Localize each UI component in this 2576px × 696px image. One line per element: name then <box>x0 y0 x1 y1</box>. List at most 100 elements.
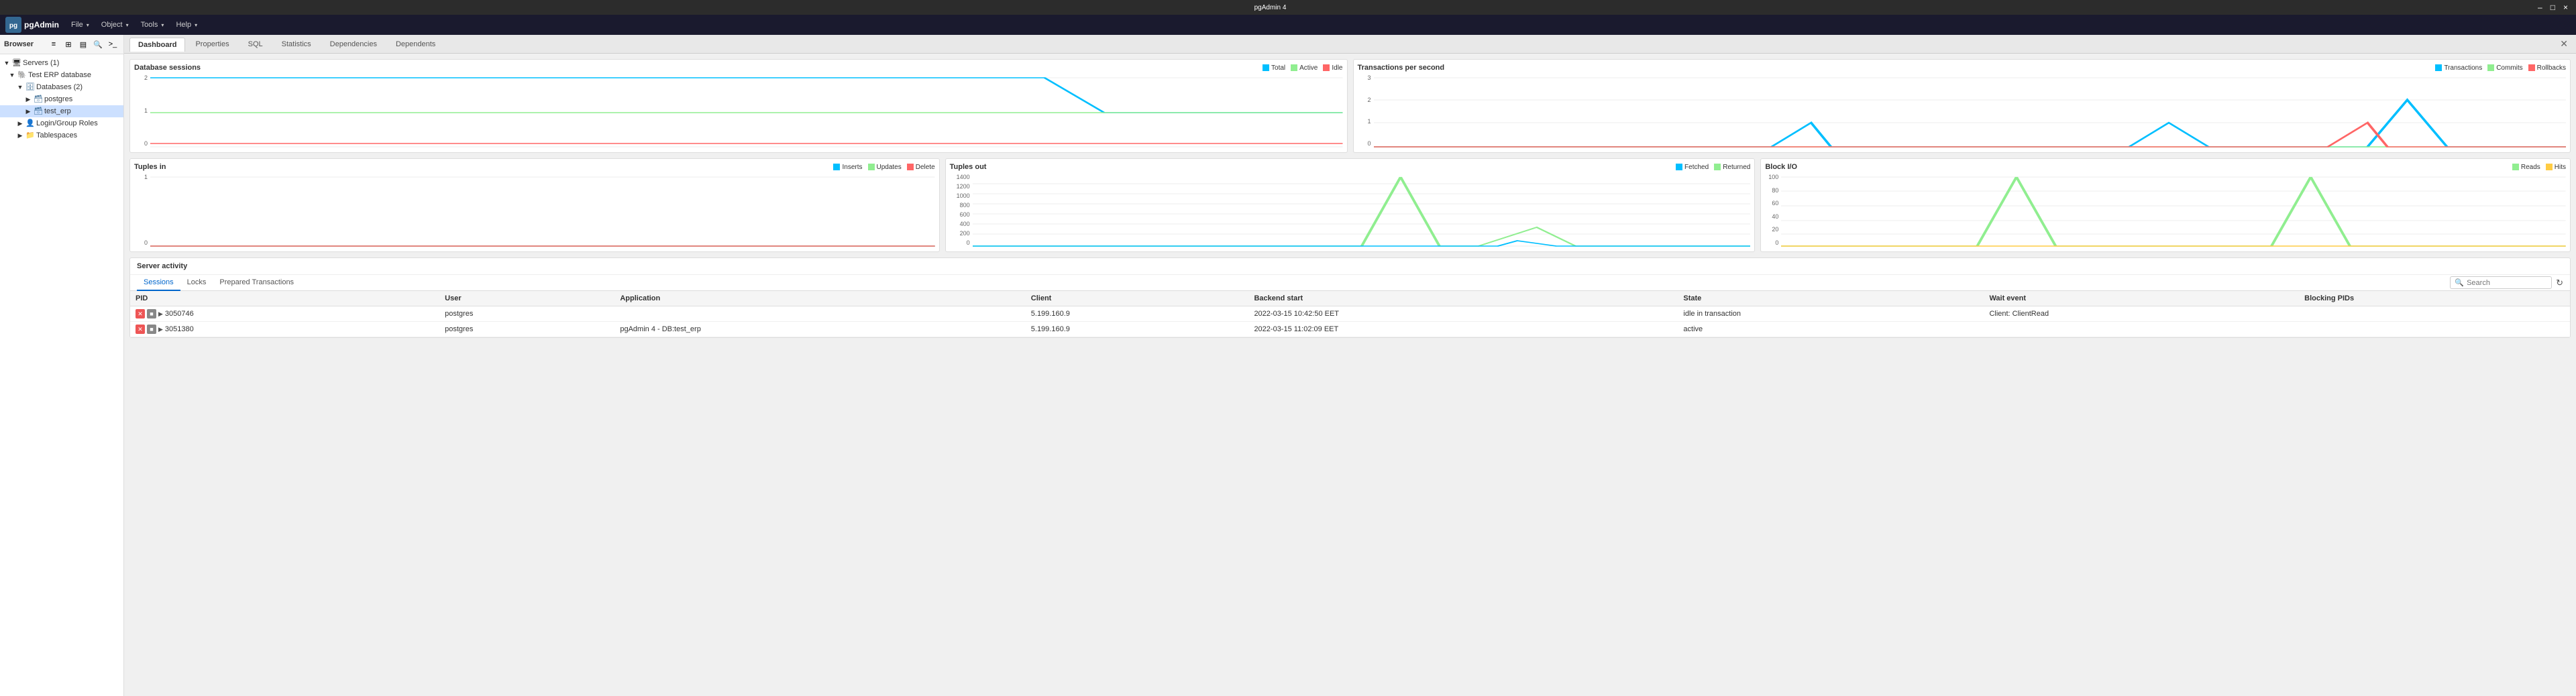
th-application: Application <box>614 291 1025 306</box>
browser-tree: ▼ 🖥 Servers (1) ▼ 🐘 Test ERP database ▼ … <box>0 54 123 696</box>
servers-label: Servers (1) <box>23 59 59 67</box>
sidebar-list-btn[interactable]: ≡ <box>47 38 60 51</box>
td-row1-blocking-pids <box>2299 306 2570 322</box>
legend-idle: Idle <box>1323 64 1342 72</box>
th-client: Client <box>1026 291 1249 306</box>
window-title: pgAdmin 4 <box>5 4 2535 11</box>
toggle-databases: ▼ <box>16 83 24 91</box>
minimize-btn[interactable]: – <box>2535 3 2545 12</box>
legend-hits-label: Hits <box>2555 164 2566 171</box>
transactions-title: Transactions per second <box>1358 64 1445 72</box>
sidebar-table-btn[interactable]: ▤ <box>76 38 90 51</box>
legend-reads-label: Reads <box>2521 164 2540 171</box>
activity-table-header-row: PID User Application Client Backend star… <box>130 291 2570 306</box>
th-state: State <box>1678 291 1984 306</box>
tree-item-test-erp-db[interactable]: ▶ 🗃 test_erp <box>0 105 123 117</box>
tab-dependents[interactable]: Dependents <box>387 37 444 51</box>
row1-expand-btn[interactable]: ▶ <box>158 310 163 318</box>
activity-header: Server activity <box>130 258 2570 275</box>
menu-object[interactable]: Object ▾ <box>96 18 134 32</box>
dashboard: Database sessions Total Active <box>124 54 2576 696</box>
app-logo: pg pgAdmin <box>5 17 59 33</box>
legend-returned-dot <box>1714 164 1721 170</box>
legend-rollbacks-label: Rollbacks <box>2537 64 2566 72</box>
tuples-out-legend: Fetched Returned <box>1676 164 1750 171</box>
legend-fetched: Fetched <box>1676 164 1709 171</box>
row2-terminate-btn[interactable]: ✕ <box>136 325 145 334</box>
legend-commits: Commits <box>2487 64 2522 72</box>
td-row1-state: idle in transaction <box>1678 306 1984 322</box>
activity-tabs: Sessions Locks Prepared Transactions 🔍 ↻ <box>130 275 2570 291</box>
row2-cancel-btn[interactable]: ■ <box>147 325 156 334</box>
test-erp-server-icon: 🐘 <box>17 70 27 80</box>
activity-tab-locks[interactable]: Locks <box>180 275 213 291</box>
tab-bar: Dashboard Properties SQL Statistics Depe… <box>124 35 2576 54</box>
th-pid: PID <box>130 291 439 306</box>
legend-fetched-label: Fetched <box>1684 164 1709 171</box>
postgres-db-icon: 🗃 <box>34 95 43 104</box>
legend-reads: Reads <box>2512 164 2540 171</box>
td-row1-backend-start: 2022-03-15 10:42:50 EET <box>1248 306 1678 322</box>
tab-properties[interactable]: Properties <box>186 37 237 51</box>
databases-label: Databases (2) <box>36 83 83 91</box>
close-tab-btn[interactable]: ✕ <box>2557 37 2571 51</box>
tab-statistics[interactable]: Statistics <box>273 37 320 51</box>
sidebar-grid-btn[interactable]: ⊞ <box>62 38 75 51</box>
sidebar-terminal-btn[interactable]: >_ <box>106 38 119 51</box>
title-bar: pgAdmin 4 – □ × <box>0 0 2576 15</box>
row1-actions: ✕ ■ ▶ 3050746 <box>136 309 434 318</box>
activity-tab-sessions[interactable]: Sessions <box>137 275 180 291</box>
transactions-svg <box>1374 74 2567 148</box>
tuples-in-chart-area: 1 0 <box>134 174 935 247</box>
activity-table-container: PID User Application Client Backend star… <box>130 291 2570 337</box>
db-sessions-svg <box>150 74 1343 148</box>
row2-expand-btn[interactable]: ▶ <box>158 326 163 333</box>
block-io-panel: Block I/O Reads Hits <box>1760 158 2571 252</box>
legend-idle-dot <box>1323 64 1330 71</box>
row1-cancel-btn[interactable]: ■ <box>147 309 156 318</box>
transactions-chart-area: 3 2 1 0 <box>1358 74 2567 148</box>
legend-inserts: Inserts <box>833 164 862 171</box>
close-btn[interactable]: × <box>2561 3 2571 12</box>
sidebar-search-btn[interactable]: 🔍 <box>91 38 105 51</box>
tree-item-servers[interactable]: ▼ 🖥 Servers (1) <box>0 57 123 69</box>
activity-table: PID User Application Client Backend star… <box>130 291 2570 337</box>
block-io-legend: Reads Hits <box>2512 164 2566 171</box>
tab-sql[interactable]: SQL <box>239 37 272 51</box>
tab-dashboard[interactable]: Dashboard <box>129 38 185 52</box>
tuples-in-legend: Inserts Updates Delete <box>833 164 934 171</box>
row1-terminate-btn[interactable]: ✕ <box>136 309 145 318</box>
toggle-test-erp: ▼ <box>8 71 16 79</box>
tree-item-databases[interactable]: ▼ 🗄 Databases (2) <box>0 81 123 93</box>
activity-search-input[interactable] <box>2467 279 2547 287</box>
legend-inserts-dot <box>833 164 840 170</box>
login-roles-label: Login/Group Roles <box>36 119 98 127</box>
legend-updates-label: Updates <box>877 164 902 171</box>
tree-item-test-erp-server[interactable]: ▼ 🐘 Test ERP database <box>0 69 123 81</box>
td-row1-application <box>614 306 1025 322</box>
sidebar: Browser ≡ ⊞ ▤ 🔍 >_ ▼ 🖥 Servers (1) ▼ 🐘 T… <box>0 35 124 696</box>
block-io-y-axis: 100 80 60 40 20 0 <box>1765 174 1778 247</box>
row1-pid-value: 3050746 <box>165 310 194 318</box>
menu-help[interactable]: Help ▾ <box>170 18 203 32</box>
td-row2-user: postgres <box>439 322 614 337</box>
activity-refresh-btn[interactable]: ↻ <box>2556 278 2563 288</box>
tree-item-login-roles[interactable]: ▶ 👤 Login/Group Roles <box>0 117 123 129</box>
toggle-login-roles: ▶ <box>16 119 24 127</box>
test-erp-db-label: test_erp <box>44 107 71 115</box>
activity-tab-prepared[interactable]: Prepared Transactions <box>213 275 301 291</box>
menu-file[interactable]: File ▾ <box>66 18 95 32</box>
legend-total-dot <box>1263 64 1269 71</box>
login-roles-icon: 👤 <box>25 119 35 128</box>
sidebar-title: Browser <box>4 40 34 48</box>
tree-item-tablespaces[interactable]: ▶ 📁 Tablespaces <box>0 129 123 141</box>
search-icon: 🔍 <box>2455 278 2464 287</box>
db-sessions-header: Database sessions Total Active <box>134 64 1343 72</box>
tab-dependencies[interactable]: Dependencies <box>321 37 386 51</box>
menu-tools[interactable]: Tools ▾ <box>136 18 170 32</box>
tree-item-postgres-db[interactable]: ▶ 🗃 postgres <box>0 93 123 105</box>
maximize-btn[interactable]: □ <box>2548 3 2558 12</box>
legend-delete-dot <box>907 164 914 170</box>
postgres-db-label: postgres <box>44 95 72 103</box>
th-backend-start: Backend start <box>1248 291 1678 306</box>
